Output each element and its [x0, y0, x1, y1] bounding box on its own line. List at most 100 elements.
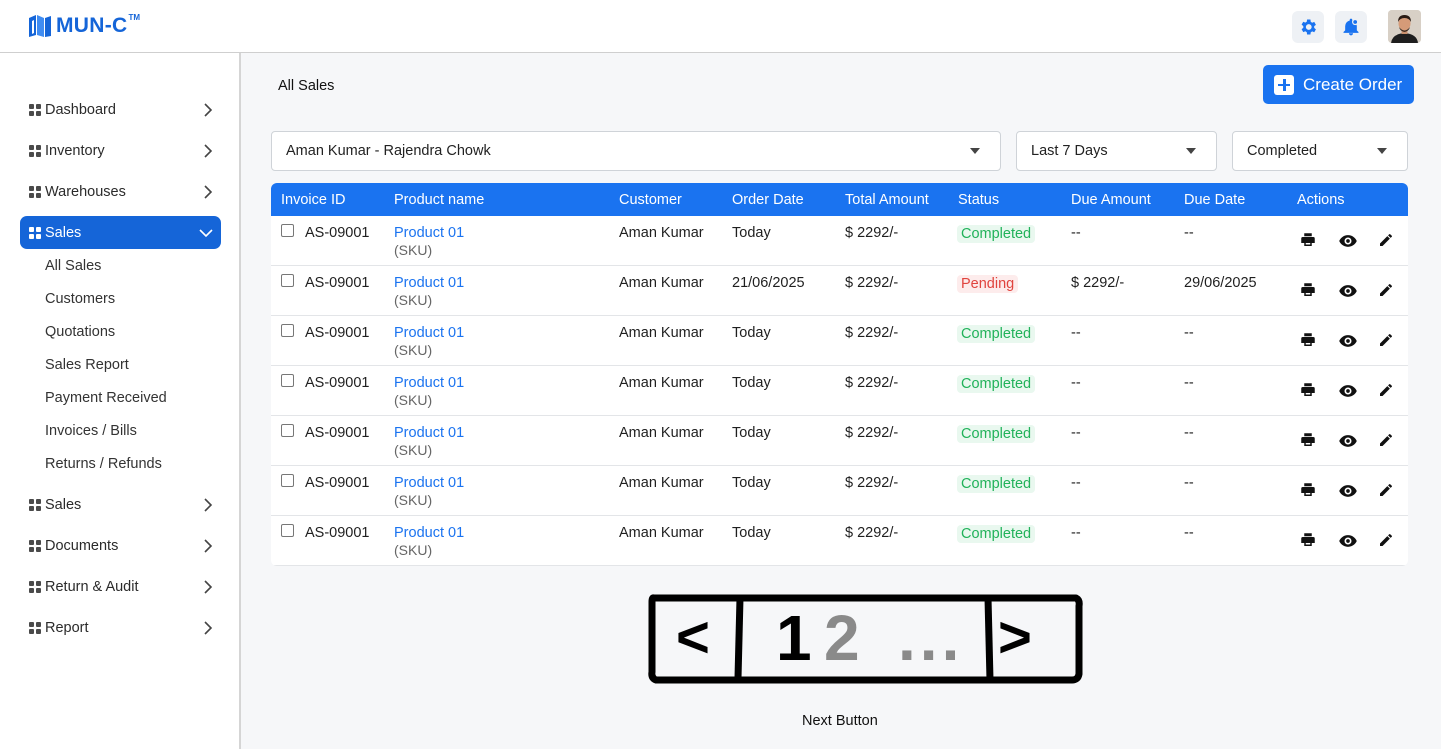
pencil-icon[interactable]	[1378, 382, 1396, 400]
table-header: Invoice ID Product name Customer Order D…	[271, 183, 1408, 216]
status-badge: Completed	[957, 475, 1036, 493]
row-checkbox[interactable]	[281, 324, 294, 337]
sidebar-sub-customers[interactable]: Customers	[45, 291, 115, 307]
printer-icon[interactable]	[1299, 231, 1317, 249]
eye-icon[interactable]	[1338, 481, 1357, 499]
pagination-page-1[interactable]: 1	[776, 600, 812, 676]
sidebar-item-sales-active[interactable]: Sales	[20, 216, 221, 249]
order-date: Today	[732, 425, 771, 441]
sidebar-item-report[interactable]: Report	[20, 611, 221, 644]
table-row[interactable]: AS-09001 Product 01 (SKU) Aman Kumar Today $ …	[271, 516, 1408, 566]
pencil-icon[interactable]	[1378, 282, 1396, 300]
printer-icon[interactable]	[1299, 331, 1317, 349]
printer-icon[interactable]	[1299, 481, 1317, 499]
invoice-id: AS-09001	[305, 475, 370, 491]
sidebar-item-return-audit[interactable]: Return & Audit	[20, 570, 221, 603]
invoice-id: AS-09001	[305, 525, 370, 541]
sidebar-sub-payment-received[interactable]: Payment Received	[45, 390, 167, 406]
chevron-right-icon	[204, 580, 213, 594]
customer-name: Aman Kumar	[619, 475, 704, 491]
column-header-status[interactable]: Status	[958, 192, 999, 208]
table-row[interactable]: AS-09001 Product 01 (SKU) Aman Kumar 21/06/2…	[271, 266, 1408, 316]
column-header-order-date[interactable]: Order Date	[732, 192, 804, 208]
product-link[interactable]: Product 01	[394, 525, 464, 541]
eye-icon[interactable]	[1338, 331, 1357, 349]
column-header-customer[interactable]: Customer	[619, 192, 682, 208]
product-link[interactable]: Product 01	[394, 425, 464, 441]
total-amount: $ 2292/-	[845, 375, 899, 391]
product-link[interactable]: Product 01	[394, 275, 464, 291]
period-select-value: Last 7 Days	[1031, 143, 1108, 159]
order-date: Today	[732, 375, 771, 391]
pencil-icon[interactable]	[1378, 482, 1396, 500]
sidebar-sub-quotations[interactable]: Quotations	[45, 324, 115, 340]
pagination-prev-button[interactable]: <	[676, 600, 710, 676]
product-link[interactable]: Product 01	[394, 475, 464, 491]
printer-icon[interactable]	[1299, 531, 1317, 549]
table-row[interactable]: AS-09001 Product 01 (SKU) Aman Kumar Today $ …	[271, 466, 1408, 516]
customer-name: Aman Kumar	[619, 275, 704, 291]
sidebar-sub-all-sales[interactable]: All Sales	[45, 258, 101, 274]
eye-icon[interactable]	[1338, 281, 1357, 299]
status-select[interactable]: Completed	[1232, 131, 1408, 171]
sidebar-item-dashboard[interactable]: Dashboard	[20, 93, 221, 126]
product-link[interactable]: Product 01	[394, 225, 464, 241]
printer-icon[interactable]	[1299, 431, 1317, 449]
top-bar: MUN-C TM	[0, 0, 1441, 53]
row-checkbox[interactable]	[281, 524, 294, 537]
pagination-next-button[interactable]: >	[998, 600, 1032, 676]
sidebar-sub-returns-refunds[interactable]: Returns / Refunds	[45, 456, 162, 472]
table-row[interactable]: AS-09001 Product 01 (SKU) Aman Kumar Today $ …	[271, 216, 1408, 266]
user-avatar[interactable]	[1388, 10, 1421, 43]
pagination-page-2[interactable]: 2	[824, 600, 860, 676]
main-content: All Sales Create Order Aman Kumar - Raje…	[241, 53, 1441, 749]
row-checkbox[interactable]	[281, 274, 294, 287]
column-header-due-amount[interactable]: Due Amount	[1071, 192, 1151, 208]
sales-table: Invoice ID Product name Customer Order D…	[271, 183, 1408, 566]
pencil-icon[interactable]	[1378, 232, 1396, 250]
column-header-due-date[interactable]: Due Date	[1184, 192, 1245, 208]
pencil-icon[interactable]	[1378, 432, 1396, 450]
customer-select-value: Aman Kumar - Rajendra Chowk	[286, 143, 491, 159]
column-header-product-name[interactable]: Product name	[394, 192, 484, 208]
total-amount: $ 2292/-	[845, 325, 899, 341]
sidebar-item-sales[interactable]: Sales	[20, 488, 221, 521]
brand-logo[interactable]: MUN-C TM	[28, 13, 140, 39]
page-title: All Sales	[278, 78, 335, 94]
table-row[interactable]: AS-09001 Product 01 (SKU) Aman Kumar Today $ …	[271, 416, 1408, 466]
sidebar-sub-sales-report[interactable]: Sales Report	[45, 357, 129, 373]
printer-icon[interactable]	[1299, 281, 1317, 299]
grid-icon	[29, 185, 41, 198]
row-checkbox[interactable]	[281, 374, 294, 387]
product-link[interactable]: Product 01	[394, 375, 464, 391]
sidebar-item-documents[interactable]: Documents	[20, 529, 221, 562]
row-checkbox[interactable]	[281, 474, 294, 487]
create-order-button[interactable]: Create Order	[1263, 65, 1414, 104]
column-header-invoice-id[interactable]: Invoice ID	[281, 192, 345, 208]
printer-icon[interactable]	[1299, 381, 1317, 399]
status-badge: Completed	[957, 525, 1036, 543]
pencil-icon[interactable]	[1378, 332, 1396, 350]
customer-select[interactable]: Aman Kumar - Rajendra Chowk	[271, 131, 1001, 171]
sidebar-sub-invoices-bills[interactable]: Invoices / Bills	[45, 423, 137, 439]
notifications-button[interactable]	[1335, 11, 1367, 43]
pencil-icon[interactable]	[1378, 532, 1396, 550]
column-header-total-amount[interactable]: Total Amount	[845, 192, 929, 208]
sidebar-item-inventory[interactable]: Inventory	[20, 134, 221, 167]
period-select[interactable]: Last 7 Days	[1016, 131, 1217, 171]
table-row[interactable]: AS-09001 Product 01 (SKU) Aman Kumar Today $ …	[271, 316, 1408, 366]
row-checkbox[interactable]	[281, 224, 294, 237]
eye-icon[interactable]	[1338, 531, 1357, 549]
product-link[interactable]: Product 01	[394, 325, 464, 341]
row-checkbox[interactable]	[281, 424, 294, 437]
sidebar-item-warehouses[interactable]: Warehouses	[20, 175, 221, 208]
grid-icon	[29, 621, 41, 634]
eye-icon[interactable]	[1338, 381, 1357, 399]
status-badge: Completed	[957, 375, 1036, 393]
eye-icon[interactable]	[1338, 231, 1357, 249]
total-amount: $ 2292/-	[845, 225, 899, 241]
chevron-right-icon	[204, 144, 213, 158]
table-row[interactable]: AS-09001 Product 01 (SKU) Aman Kumar Today $ …	[271, 366, 1408, 416]
eye-icon[interactable]	[1338, 431, 1357, 449]
settings-button[interactable]	[1292, 11, 1324, 43]
